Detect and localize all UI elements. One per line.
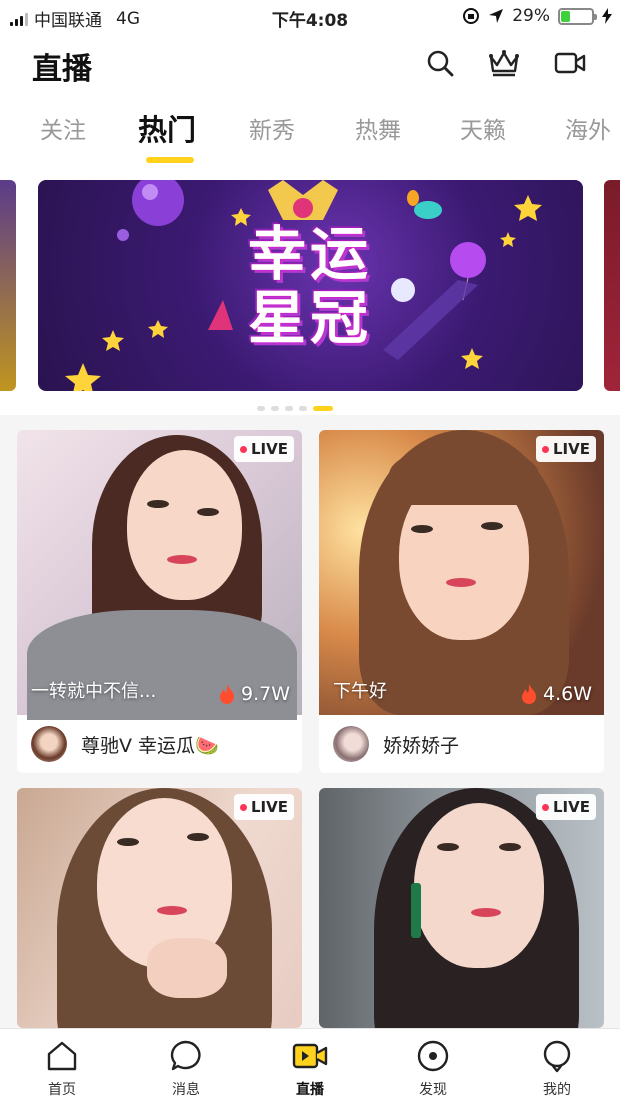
profile-icon xyxy=(538,1037,576,1075)
tabbar-live-label: 直播 xyxy=(296,1082,324,1098)
tab-hot[interactable]: 热门 xyxy=(138,107,196,149)
stream-thumbnail[interactable]: LIVE 下午好 4.6W xyxy=(319,430,604,715)
anchor-name: 娇娇娇子 xyxy=(383,734,460,757)
eye-shape xyxy=(481,522,503,530)
tabbar-discover-label: 发现 xyxy=(419,1082,447,1098)
tabbar-profile-label: 我的 xyxy=(543,1082,571,1098)
eye-shape xyxy=(437,843,459,851)
carousel-dot-active xyxy=(313,406,333,411)
live-dot xyxy=(240,803,247,811)
tabbar-home-label: 首页 xyxy=(48,1082,76,1098)
battery-percent: 29% xyxy=(512,6,550,26)
live-badge: LIVE xyxy=(234,436,294,462)
tab-newcomer[interactable]: 新秀 xyxy=(249,111,295,145)
home-icon xyxy=(43,1037,81,1075)
banner-next-peek[interactable] xyxy=(604,180,620,391)
stream-caption: 一转就中不信... xyxy=(31,681,157,702)
bangs-shape xyxy=(389,445,539,505)
live-badge: LIVE xyxy=(234,794,294,820)
tab-follow[interactable]: 关注 xyxy=(40,111,86,145)
tabbar-profile[interactable]: 我的 xyxy=(517,1037,597,1099)
battery-icon xyxy=(558,7,597,25)
stream-card[interactable]: LIVE 一转就中不信... 9.7W 尊驰V 幸运瓜🍉 xyxy=(17,430,302,773)
lip-shape xyxy=(157,906,187,915)
page-title: 直播 xyxy=(32,52,92,87)
eye-shape xyxy=(197,508,219,516)
tab-overseas[interactable]: 海外 xyxy=(565,111,611,145)
carousel-dot xyxy=(299,406,307,411)
carousel-dots xyxy=(257,406,333,411)
carousel-dot xyxy=(285,406,293,411)
message-icon xyxy=(167,1037,205,1075)
bottom-tab-bar: 首页 消息 直播 发现 我的 xyxy=(0,1028,620,1102)
tabbar-live[interactable]: 直播 xyxy=(270,1037,350,1099)
category-tabs: 关注 热门 新秀 热舞 天籁 海外 xyxy=(0,97,620,165)
video-camera-icon[interactable] xyxy=(553,46,587,80)
battery-fill xyxy=(561,10,570,22)
face-shape xyxy=(414,803,544,968)
tabbar-messages-label: 消息 xyxy=(172,1082,200,1098)
stream-card[interactable]: LIVE xyxy=(17,788,302,1028)
earring-shape xyxy=(411,883,421,938)
banner-prev-peek[interactable] xyxy=(0,180,16,391)
viewer-count: 4.6W xyxy=(521,683,592,705)
live-label: LIVE xyxy=(553,440,590,458)
eye-shape xyxy=(411,525,433,533)
crown-icon[interactable] xyxy=(487,46,521,80)
live-label: LIVE xyxy=(553,798,590,816)
live-dot xyxy=(542,445,549,453)
search-icon[interactable] xyxy=(423,46,457,80)
avatar[interactable] xyxy=(31,726,67,762)
eye-shape xyxy=(187,833,209,841)
viewer-count-value: 4.6W xyxy=(542,683,592,705)
fire-icon xyxy=(219,684,234,704)
orientation-lock-icon xyxy=(463,8,480,24)
live-dot xyxy=(240,445,247,453)
live-badge: LIVE xyxy=(536,794,596,820)
anchor-name: 尊驰V 幸运瓜🍉 xyxy=(81,734,219,757)
anchor-info[interactable]: 娇娇娇子 xyxy=(319,715,604,773)
live-label: LIVE xyxy=(251,440,288,458)
charging-icon xyxy=(602,8,612,24)
stream-card[interactable]: LIVE 下午好 4.6W 娇娇娇子 xyxy=(319,430,604,773)
carousel-dot xyxy=(257,406,265,411)
banner-lucky-crown[interactable]: 幸运星冠 xyxy=(38,180,583,391)
live-dot xyxy=(542,803,549,811)
hand-shape xyxy=(147,938,227,998)
stream-thumbnail[interactable]: LIVE xyxy=(17,788,302,1028)
lip-shape xyxy=(446,578,476,587)
stream-thumbnail[interactable]: LIVE xyxy=(319,788,604,1028)
live-badge: LIVE xyxy=(536,436,596,462)
tabbar-discover[interactable]: 发现 xyxy=(393,1037,473,1099)
header: 直播 xyxy=(0,32,620,97)
tabbar-messages[interactable]: 消息 xyxy=(146,1037,226,1099)
eye-shape xyxy=(499,843,521,851)
viewer-count-value: 9.7W xyxy=(240,683,290,705)
carousel-dot xyxy=(271,406,279,411)
lip-shape xyxy=(167,555,197,564)
fire-icon xyxy=(521,684,536,704)
tabbar-home[interactable]: 首页 xyxy=(22,1037,102,1099)
stream-thumbnail[interactable]: LIVE 一转就中不信... 9.7W xyxy=(17,430,302,720)
status-bar: 中国联通 4G 下午4:08 29% xyxy=(0,0,620,32)
tab-singing[interactable]: 天籁 xyxy=(460,111,506,145)
viewer-count: 9.7W xyxy=(219,683,290,705)
discover-icon xyxy=(414,1037,452,1075)
stream-caption: 下午好 xyxy=(333,681,387,702)
eye-shape xyxy=(147,500,169,508)
avatar[interactable] xyxy=(333,726,369,762)
banner-carousel[interactable]: 幸运星冠 xyxy=(0,165,620,415)
tab-dance[interactable]: 热舞 xyxy=(355,111,401,145)
face-shape xyxy=(127,450,242,600)
anchor-info[interactable]: 尊驰V 幸运瓜🍉 xyxy=(17,715,302,773)
stream-card[interactable]: LIVE xyxy=(319,788,604,1028)
location-arrow-icon xyxy=(489,9,504,23)
lip-shape xyxy=(471,908,501,917)
banner-title: 幸运星冠 xyxy=(247,220,372,352)
live-camera-icon xyxy=(291,1037,329,1075)
live-label: LIVE xyxy=(251,798,288,816)
eye-shape xyxy=(117,838,139,846)
tab-indicator xyxy=(146,157,194,163)
status-right: 29% xyxy=(462,6,612,26)
